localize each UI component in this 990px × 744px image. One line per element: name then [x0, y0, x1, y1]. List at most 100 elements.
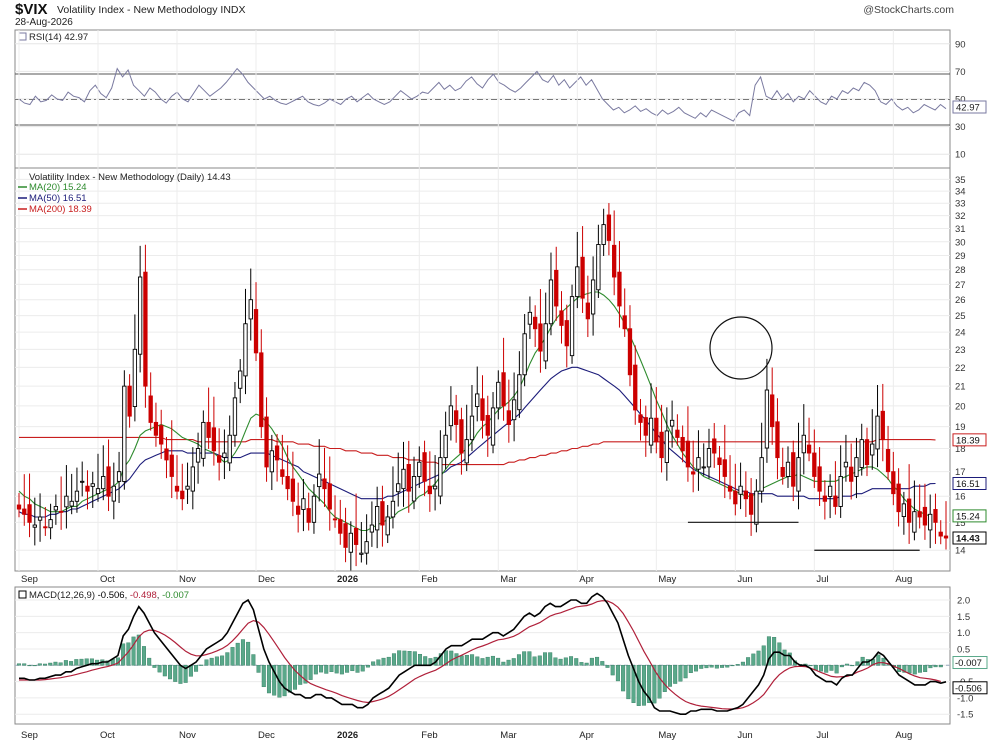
price-tick-label: 24 — [955, 328, 966, 339]
macd-histogram-bar — [600, 661, 605, 666]
macd-histogram-bar — [928, 665, 933, 669]
macd-histogram-bar — [808, 665, 813, 667]
candle-body — [269, 450, 274, 473]
candle-body — [311, 495, 317, 523]
candle-body — [717, 457, 722, 466]
macd-histogram-bar — [579, 662, 584, 666]
candle-body — [559, 310, 564, 326]
candle-body — [870, 443, 875, 456]
macd-histogram-bar — [699, 665, 704, 669]
candle-body — [827, 485, 833, 497]
macd-histogram-bar — [615, 665, 620, 682]
macd-histogram-bar — [662, 665, 667, 692]
macd-value-label: -0.007 — [955, 658, 982, 669]
macd-histogram-bar — [532, 656, 537, 666]
x-tick-label: Sep — [21, 730, 38, 741]
macd-histogram-bar — [173, 665, 178, 682]
candle-body — [137, 276, 143, 355]
macd-histogram-bar — [490, 655, 495, 666]
candle-body — [85, 485, 90, 492]
macd-histogram-bar — [22, 663, 27, 666]
value-box-label: 18.39 — [956, 435, 980, 446]
macd-histogram-bar — [194, 665, 199, 672]
macd-histogram-bar — [569, 656, 574, 666]
macd-histogram-bar — [371, 661, 376, 666]
candle-body — [80, 480, 85, 483]
price-tick-label: 33 — [955, 199, 966, 210]
candle-body — [296, 505, 301, 515]
macd-histogram-bar — [475, 656, 480, 666]
price-tick-label: 30 — [955, 237, 966, 248]
macd-histogram-bar — [350, 665, 355, 672]
candle-body — [859, 439, 864, 468]
macd-tick-label: -1.0 — [957, 693, 973, 704]
macd-histogram-bar — [381, 657, 386, 666]
macd-histogram-bar — [626, 665, 631, 700]
candle-body — [554, 269, 559, 307]
macd-histogram-bar — [584, 662, 589, 666]
price-tick-label: 26 — [955, 295, 966, 306]
candle-body — [801, 434, 806, 454]
macd-histogram-bar — [230, 647, 235, 666]
candle-body — [691, 471, 696, 475]
candle-body — [838, 476, 843, 507]
candle-body — [648, 417, 654, 446]
candle-body — [669, 419, 675, 427]
candle-body — [327, 483, 332, 510]
candle-body — [622, 315, 627, 330]
candle-body — [533, 316, 538, 330]
candle-body — [253, 309, 259, 354]
macd-histogram-bar — [152, 665, 157, 668]
macd-tick-label: 2.0 — [957, 596, 970, 607]
macd-histogram-bar — [589, 657, 594, 666]
candle-body — [522, 333, 527, 376]
candle-body — [643, 417, 648, 436]
candle-body — [922, 506, 928, 526]
macd-histogram-bar — [673, 665, 678, 684]
candle-body — [417, 461, 422, 477]
candle-body — [153, 421, 159, 436]
macd-histogram-bar — [907, 665, 912, 674]
macd-histogram-bar — [168, 665, 173, 680]
candle-body — [459, 419, 464, 454]
candle-body — [322, 478, 327, 490]
macd-histogram-bar — [235, 642, 240, 666]
macd-histogram-bar — [345, 665, 350, 673]
legend-entry: MA(50) 16.51 — [29, 193, 87, 204]
candle-body — [891, 471, 896, 495]
macd-histogram-bar — [511, 658, 516, 666]
candle-body — [748, 493, 754, 515]
macd-histogram-bar — [214, 656, 219, 666]
macd-histogram-bar — [678, 665, 683, 682]
candle-body — [806, 444, 812, 454]
candle-body — [569, 296, 575, 357]
macd-histogram-bar — [391, 653, 396, 666]
macd-histogram-bar — [912, 665, 917, 675]
price-tick-label: 31 — [955, 224, 966, 235]
macd-histogram-bar — [735, 664, 740, 666]
candle-body — [232, 397, 238, 436]
candle-body — [490, 407, 496, 446]
candle-body — [590, 279, 596, 315]
macd-histogram-bar — [412, 651, 417, 666]
candle-body — [111, 485, 116, 502]
macd-histogram-bar — [131, 636, 136, 666]
macd-histogram-bar — [74, 659, 79, 666]
macd-histogram-bar — [829, 665, 834, 671]
macd-histogram-bar — [261, 665, 266, 688]
candle-body — [201, 421, 206, 459]
rsi-tick-label: 90 — [955, 39, 966, 50]
macd-tick-label: 0.5 — [957, 644, 970, 655]
candle-body — [448, 405, 454, 427]
candle-body — [422, 452, 427, 482]
macd-histogram-bar — [610, 665, 615, 676]
macd-histogram-bar — [751, 653, 756, 666]
macd-histogram-bar — [761, 645, 766, 666]
price-tick-label: 17 — [955, 467, 966, 478]
candle-body — [885, 449, 891, 473]
candle-body — [548, 279, 554, 325]
candle-body — [601, 224, 606, 245]
macd-histogram-bar — [157, 665, 162, 673]
macd-histogram-bar — [605, 665, 610, 668]
candle-body — [164, 448, 169, 461]
